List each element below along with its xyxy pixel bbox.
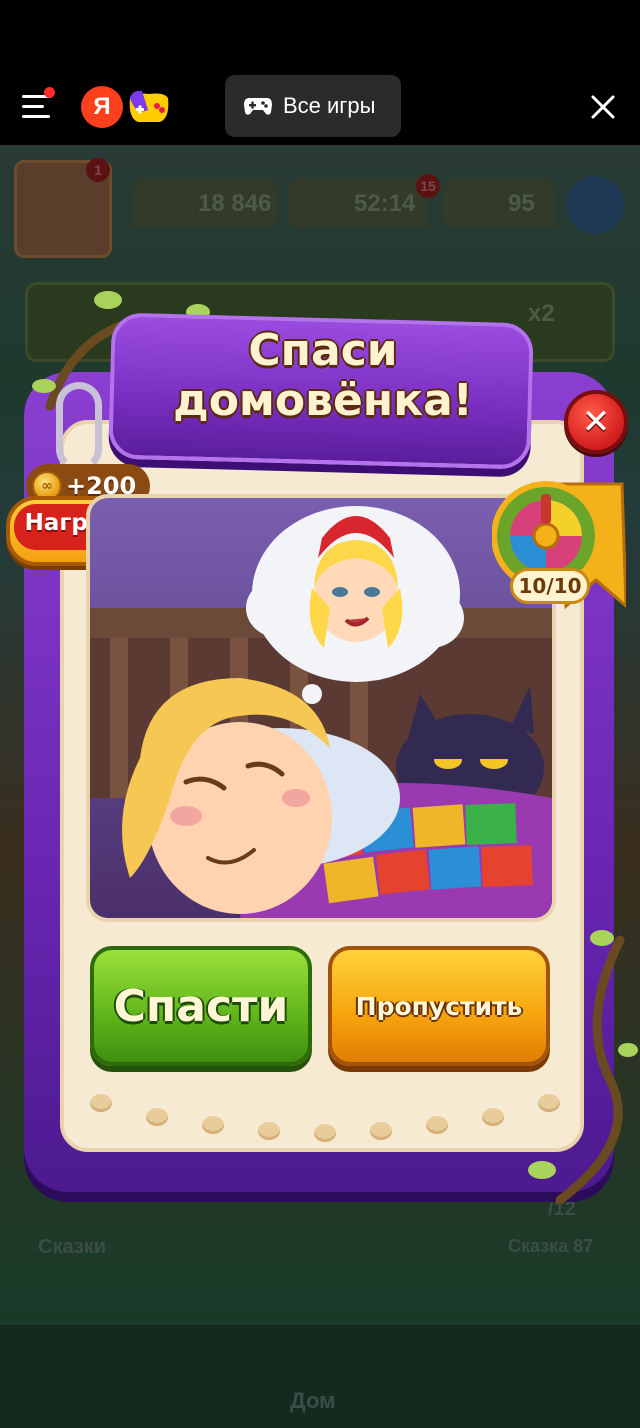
settings-gear-icon[interactable] [566, 176, 624, 234]
scallop-dot [202, 1116, 224, 1134]
all-games-label: Все игры [283, 93, 376, 118]
menu-icon[interactable] [22, 87, 56, 121]
sleeping-boy-scene [90, 498, 552, 918]
modal-close-button[interactable]: ✕ [564, 390, 628, 454]
yandex-logo-letter: Я [93, 93, 111, 120]
save-button-label: Спасти [113, 980, 289, 1032]
scallop-dot [370, 1122, 392, 1140]
coins-value: 18 846 [198, 190, 272, 217]
modal-title-line2: домовёнка! [173, 375, 473, 426]
close-x-icon: ✕ [581, 402, 611, 442]
scallop-dot [146, 1108, 168, 1126]
story-illustration [90, 498, 552, 918]
decorative-scallops [60, 1086, 584, 1146]
yandex-top-bar: Я Все игры [0, 0, 640, 145]
all-games-button[interactable]: Все игры [225, 75, 401, 137]
scallop-dot [90, 1094, 112, 1112]
close-icon[interactable] [588, 92, 618, 122]
fairy-tales-label[interactable]: Сказки [38, 1236, 106, 1259]
lives-timer: 52:14 [354, 190, 416, 217]
notification-dot [44, 87, 55, 98]
tale-name-label[interactable]: Сказка 87 [508, 1236, 593, 1257]
scallop-dot [426, 1116, 448, 1134]
modal-title: Спаси домовёнка! [118, 326, 528, 426]
yandex-games-logo[interactable] [124, 86, 174, 128]
stars-counter[interactable] [442, 178, 556, 228]
scallop-dot [314, 1124, 336, 1142]
tag-ring-icon [56, 382, 102, 472]
offer-multiplier: x2 [528, 300, 555, 327]
modal-title-line1: Спаси [248, 325, 398, 376]
skip-button-label: Пропустить [355, 991, 523, 1021]
lives-badge: 15 [416, 174, 440, 198]
yandex-logo[interactable]: Я [81, 86, 123, 128]
skip-button[interactable]: Пропустить [328, 946, 550, 1066]
stars-value: 95 [508, 190, 535, 217]
home-label[interactable]: Дом [290, 1388, 335, 1414]
roulette-count: 10/10 [510, 568, 590, 604]
scallop-dot [482, 1108, 504, 1126]
gamepad-icon [244, 98, 272, 115]
scallop-dot [258, 1122, 280, 1140]
save-button[interactable]: Спасти [90, 946, 312, 1066]
profile-badge: 1 [86, 158, 110, 182]
